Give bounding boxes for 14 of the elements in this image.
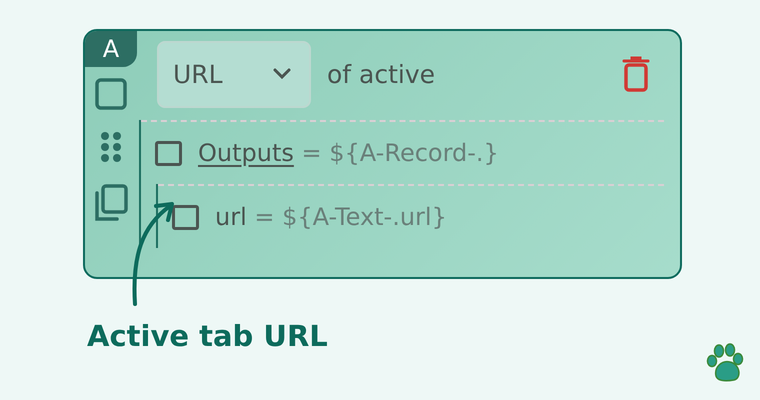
annotation-caption: Active tab URL (87, 319, 328, 353)
checkbox[interactable] (172, 204, 199, 230)
block-badge: A (85, 31, 137, 67)
property-dropdown[interactable]: URL (157, 40, 311, 108)
chevron-down-icon (273, 68, 291, 80)
output-expression: url = ${A-Text-.url} (215, 203, 447, 231)
square-icon[interactable] (94, 77, 128, 111)
output-expression: Outputs = ${A-Record-.} (198, 139, 499, 167)
copy-icon[interactable] (93, 183, 129, 223)
checkbox[interactable] (155, 140, 182, 166)
paw-logo-icon (704, 342, 746, 384)
block-label: of active (327, 60, 436, 88)
trash-icon[interactable] (622, 56, 650, 92)
drag-handle-icon[interactable] (100, 131, 122, 163)
